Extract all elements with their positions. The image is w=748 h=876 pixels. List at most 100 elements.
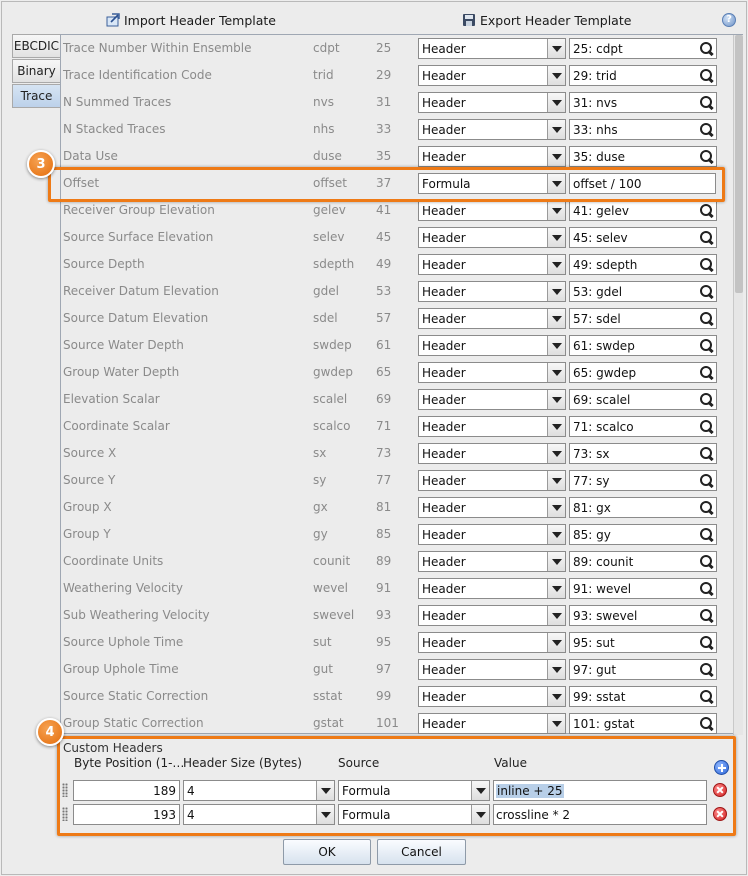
value-field[interactable]: 93: swevel (569, 605, 717, 626)
chevron-down-icon[interactable] (316, 781, 334, 800)
tab-binary[interactable]: Binary (12, 59, 60, 83)
value-field[interactable]: 85: gy (569, 524, 717, 545)
value-input[interactable]: crossline * 2 (493, 804, 707, 825)
source-dropdown[interactable]: Header (418, 524, 566, 545)
chevron-down-icon[interactable] (547, 498, 565, 517)
search-icon[interactable] (699, 392, 714, 407)
chevron-down-icon[interactable] (547, 66, 565, 85)
search-icon[interactable] (699, 284, 714, 299)
value-field[interactable]: 57: sdel (569, 308, 717, 329)
search-icon[interactable] (699, 473, 714, 488)
scrollbar-thumb[interactable] (735, 35, 743, 293)
add-header-icon[interactable] (714, 760, 729, 775)
byte-position-input[interactable]: 189 (73, 780, 180, 801)
search-icon[interactable] (699, 419, 714, 434)
chevron-down-icon[interactable] (547, 39, 565, 58)
search-icon[interactable] (699, 338, 714, 353)
search-icon[interactable] (699, 581, 714, 596)
chevron-down-icon[interactable] (547, 714, 565, 733)
delete-row-icon[interactable] (713, 807, 727, 821)
source-dropdown[interactable]: Header (418, 389, 566, 410)
header-size-dropdown[interactable]: 4 (183, 780, 335, 801)
search-icon[interactable] (699, 149, 714, 164)
search-icon[interactable] (699, 446, 714, 461)
source-dropdown[interactable]: Header (418, 200, 566, 221)
value-field[interactable]: 101: gstat (569, 713, 717, 734)
value-field[interactable]: 77: sy (569, 470, 717, 491)
chevron-down-icon[interactable] (547, 201, 565, 220)
value-field[interactable]: 35: duse (569, 146, 717, 167)
source-dropdown[interactable]: Header (418, 713, 566, 734)
delete-row-icon[interactable] (713, 783, 727, 797)
value-field[interactable]: 61: swdep (569, 335, 717, 356)
source-dropdown[interactable]: Header (418, 146, 566, 167)
ok-button[interactable]: OK (283, 839, 371, 865)
chevron-down-icon[interactable] (547, 282, 565, 301)
value-field[interactable]: 25: cdpt (569, 38, 717, 59)
chevron-down-icon[interactable] (547, 525, 565, 544)
chevron-down-icon[interactable] (547, 147, 565, 166)
search-icon[interactable] (699, 203, 714, 218)
value-field[interactable]: 73: sx (569, 443, 717, 464)
value-field[interactable]: 33: nhs (569, 119, 717, 140)
search-icon[interactable] (699, 365, 714, 380)
chevron-down-icon[interactable] (547, 444, 565, 463)
value-field[interactable]: 49: sdepth (569, 254, 717, 275)
search-icon[interactable] (699, 527, 714, 542)
source-dropdown[interactable]: Header (418, 605, 566, 626)
source-dropdown[interactable]: Header (418, 470, 566, 491)
search-icon[interactable] (699, 122, 714, 137)
chevron-down-icon[interactable] (547, 255, 565, 274)
source-dropdown[interactable]: Header (418, 119, 566, 140)
value-field[interactable]: 53: gdel (569, 281, 717, 302)
value-field[interactable]: 99: sstat (569, 686, 717, 707)
chevron-down-icon[interactable] (547, 687, 565, 706)
search-icon[interactable] (699, 662, 714, 677)
source-dropdown[interactable]: Header (418, 443, 566, 464)
chevron-down-icon[interactable] (547, 552, 565, 571)
source-dropdown[interactable]: Header (418, 92, 566, 113)
value-field[interactable]: 45: selev (569, 227, 717, 248)
chevron-down-icon[interactable] (547, 228, 565, 247)
help-icon[interactable]: ? (722, 13, 736, 27)
source-dropdown[interactable]: Header (418, 227, 566, 248)
source-dropdown[interactable]: Header (418, 335, 566, 356)
source-dropdown[interactable]: Header (418, 281, 566, 302)
drag-handle-icon[interactable] (62, 807, 68, 821)
header-size-dropdown[interactable]: 4 (183, 804, 335, 825)
source-dropdown[interactable]: Header (418, 578, 566, 599)
search-icon[interactable] (699, 608, 714, 623)
chevron-down-icon[interactable] (547, 417, 565, 436)
search-icon[interactable] (699, 500, 714, 515)
chevron-down-icon[interactable] (547, 579, 565, 598)
source-dropdown[interactable]: Header (418, 308, 566, 329)
chevron-down-icon[interactable] (547, 633, 565, 652)
search-icon[interactable] (699, 635, 714, 650)
chevron-down-icon[interactable] (471, 781, 489, 800)
value-field[interactable]: 29: trid (569, 65, 717, 86)
chevron-down-icon[interactable] (547, 660, 565, 679)
value-field[interactable]: 97: gut (569, 659, 717, 680)
search-icon[interactable] (699, 41, 714, 56)
tab-ebcdic[interactable]: EBCDIC (12, 34, 60, 58)
source-dropdown[interactable]: Formula (338, 780, 490, 801)
source-dropdown[interactable]: Header (418, 254, 566, 275)
search-icon[interactable] (699, 230, 714, 245)
chevron-down-icon[interactable] (547, 363, 565, 382)
source-dropdown[interactable]: Formula (338, 804, 490, 825)
value-field[interactable]: 31: nvs (569, 92, 717, 113)
chevron-down-icon[interactable] (547, 309, 565, 328)
value-field[interactable]: 95: sut (569, 632, 717, 653)
source-dropdown[interactable]: Header (418, 65, 566, 86)
value-field[interactable]: 91: wevel (569, 578, 717, 599)
value-field[interactable]: 89: counit (569, 551, 717, 572)
tab-trace[interactable]: Trace (12, 84, 60, 108)
import-template-button[interactable]: Import Header Template (106, 11, 276, 29)
search-icon[interactable] (699, 68, 714, 83)
search-icon[interactable] (699, 554, 714, 569)
source-dropdown[interactable]: Header (418, 497, 566, 518)
source-dropdown[interactable]: Header (418, 38, 566, 59)
search-icon[interactable] (699, 257, 714, 272)
source-dropdown[interactable]: Header (418, 362, 566, 383)
value-field[interactable]: 81: gx (569, 497, 717, 518)
